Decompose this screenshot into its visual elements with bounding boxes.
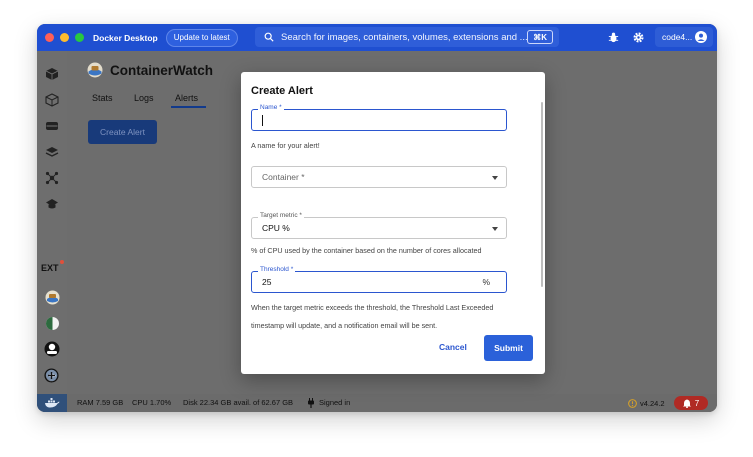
window-controls [45, 33, 84, 42]
extension-3-icon[interactable] [44, 341, 60, 357]
name-field[interactable]: Name * [251, 104, 507, 131]
extension-title: ContainerWatch [110, 63, 214, 78]
container-select[interactable]: Container * [251, 166, 507, 188]
update-warning-icon [628, 398, 637, 408]
signed-in-status: Signed in [319, 398, 351, 407]
version-label: v4.24.2 [640, 398, 665, 408]
volumes-icon[interactable] [44, 118, 60, 134]
status-bar: RAM 7.59 GB CPU 1.70% Disk 22.34 GB avai… [37, 394, 717, 412]
cancel-button[interactable]: Cancel [439, 342, 467, 352]
version-indicator[interactable]: v4.24.2 [628, 396, 665, 410]
cpu-usage: CPU 1.70% [132, 398, 172, 407]
docker-desktop-window: Docker Desktop Update to latest Search f… [37, 24, 717, 412]
dialog-title: Create Alert [251, 85, 313, 97]
settings-gear-icon[interactable] [632, 31, 645, 44]
extensions-label: EXT [41, 263, 59, 273]
target-metric-label: Target metric * [258, 212, 304, 219]
text-cursor [262, 115, 263, 126]
extensions-update-dot [60, 260, 64, 264]
builds-icon[interactable] [44, 144, 60, 160]
threshold-helper-line-2: timestamp will update, and a notificatio… [251, 321, 438, 330]
chevron-down-icon [492, 227, 498, 231]
title-bar: Docker Desktop Update to latest Search f… [37, 24, 717, 51]
container-select-placeholder: Container * [262, 172, 305, 182]
tab-alerts[interactable]: Alerts [175, 93, 198, 103]
active-tab-indicator [171, 106, 206, 108]
global-search[interactable]: Search for images, containers, volumes, … [255, 27, 559, 47]
chevron-down-icon [492, 176, 498, 180]
target-metric-select[interactable]: Target metric * CPU % [251, 212, 507, 239]
search-placeholder: Search for images, containers, volumes, … [281, 31, 528, 43]
create-alert-dialog: Create Alert Name * A name for your aler… [241, 72, 545, 374]
ram-usage: RAM 7.59 GB [77, 398, 124, 407]
update-button[interactable]: Update to latest [165, 28, 238, 47]
dialog-scrollbar[interactable] [541, 102, 543, 287]
app-name: Docker Desktop [93, 32, 158, 43]
threshold-helper-line-1: When the target metric exceeds the thres… [251, 303, 494, 312]
plug-icon [308, 398, 314, 408]
threshold-value: 25 [262, 277, 272, 287]
add-extension-icon[interactable] [44, 368, 60, 384]
submit-button[interactable]: Submit [484, 335, 533, 361]
threshold-label: Threshold * [258, 266, 296, 273]
search-icon [264, 32, 274, 42]
notifications-count: 7 [694, 398, 700, 408]
close-window-button[interactable] [45, 33, 54, 42]
notifications-button[interactable]: 7 [674, 396, 708, 410]
disk-usage: Disk 22.34 GB avail. of 62.67 GB [183, 398, 294, 407]
search-shortcut: ⌘K [527, 30, 553, 44]
containerwatch-icon[interactable] [44, 289, 60, 305]
minimize-window-button[interactable] [60, 33, 69, 42]
name-helper-text: A name for your alert! [251, 141, 320, 150]
docker-whale-icon[interactable] [37, 394, 67, 412]
containerwatch-logo-icon [87, 62, 103, 78]
bug-icon[interactable] [607, 31, 620, 44]
learning-center-icon[interactable] [44, 196, 60, 212]
bell-icon [682, 399, 691, 408]
containers-icon[interactable] [44, 66, 60, 82]
create-alert-button[interactable]: Create Alert [88, 120, 157, 144]
threshold-unit: % [482, 277, 490, 287]
extension-2-icon[interactable] [44, 315, 60, 331]
dev-environments-icon[interactable] [44, 170, 60, 186]
target-metric-helper-text: % of CPU used by the container based on … [251, 246, 482, 255]
threshold-field[interactable]: Threshold * 25 % [251, 266, 507, 293]
maximize-window-button[interactable] [75, 33, 84, 42]
account-button[interactable]: code4... [655, 27, 713, 47]
account-name: code4... [662, 32, 693, 42]
name-field-label: Name * [258, 104, 284, 111]
avatar-icon [695, 31, 707, 43]
target-metric-value: CPU % [262, 223, 290, 233]
images-icon[interactable] [44, 92, 60, 108]
tab-stats[interactable]: Stats [92, 93, 113, 103]
sidebar: EXT [37, 51, 67, 394]
tab-logs[interactable]: Logs [134, 93, 154, 103]
